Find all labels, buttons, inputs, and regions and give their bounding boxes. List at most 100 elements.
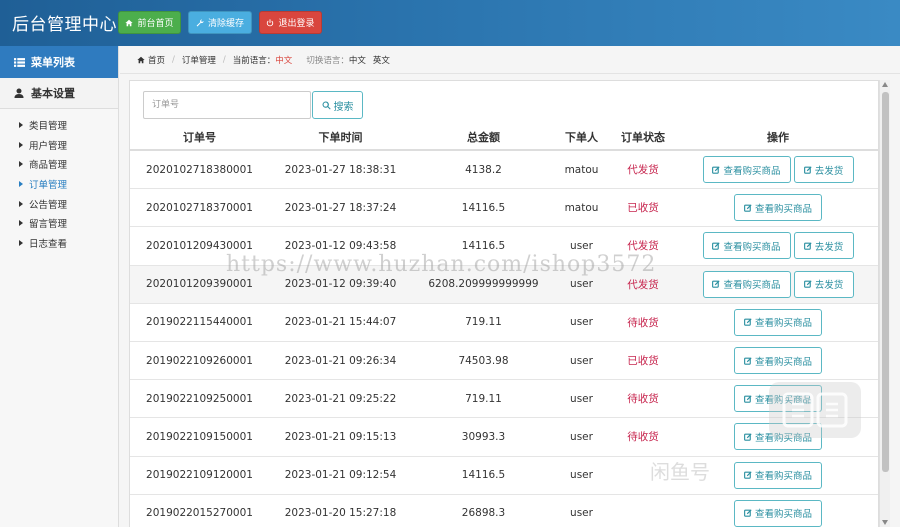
table-row: 2019022109250001 2023-01-21 09:25:22 719.1… [130, 380, 878, 419]
view-purchased-items-label: 查看购买商品 [723, 165, 781, 177]
order-number-search-input[interactable] [143, 91, 311, 119]
top-header: 后台管理中心 前台首页 清除缓存 退出登录 [0, 0, 900, 46]
clear-cache-button[interactable]: 清除缓存 [188, 11, 252, 34]
menu-list-header[interactable]: 菜单列表 [0, 46, 118, 78]
view-purchased-items-button[interactable]: 查看购买商品 [702, 232, 791, 260]
edit-icon [744, 471, 752, 479]
edit-icon [803, 165, 812, 174]
ship-order-button[interactable]: 去发货 [793, 270, 854, 298]
order-number-cell: 2019022109150001 [146, 430, 253, 443]
sidebar-item-messages[interactable]: 留言管理 [0, 213, 118, 233]
sidebar-item-category[interactable]: 类目管理 [0, 115, 118, 135]
sidebar-item-products[interactable]: 商品管理 [0, 154, 118, 174]
sidebar-item-logs[interactable]: 日志查看 [0, 233, 118, 253]
breadcrumb-separator: / [222, 54, 226, 65]
table-row: 2019022109120001 2023-01-21 09:12:54 14116… [130, 457, 878, 495]
order-number-cell: 2020102718380001 [146, 163, 253, 176]
sidebar-menu: 类目管理 用户管理 商品管理 订单管理 公告管理 留言管理 日志查看 [0, 109, 118, 253]
current-language-value: 中文 [275, 55, 293, 66]
order-status-cell: 已收货 [627, 355, 659, 368]
total-amount-cell: 719.11 [465, 392, 502, 405]
sidebar-item-label: 订单管理 [29, 179, 68, 191]
table-row: 2019022109150001 2023-01-21 09:15:13 30993… [130, 418, 878, 457]
view-purchased-items-button[interactable]: 查看购买商品 [734, 423, 822, 451]
order-status-cell: 已收货 [627, 202, 659, 215]
breadcrumb-home-link[interactable]: 首页 [148, 54, 165, 66]
table-row: 2020101209390001 2023-01-12 09:39:40 6208.… [130, 265, 878, 304]
view-purchased-items-button[interactable]: 查看购买商品 [734, 385, 822, 413]
caret-right-icon [19, 161, 23, 168]
customer-cell: user [570, 278, 593, 291]
sidebar-item-announcements[interactable]: 公告管理 [0, 194, 118, 214]
header-order-status: 订单状态 [621, 131, 665, 144]
total-amount-cell: 26898.3 [461, 507, 506, 520]
sidebar: 菜单列表 基本设置 类目管理 用户管理 商品管理 订单管理 公告管理 留言管理 … [0, 46, 119, 527]
actions-cell: 查看购买商品 去发货 [678, 266, 878, 303]
scroll-down-arrow-icon[interactable] [882, 520, 888, 525]
customer-cell: user [570, 507, 593, 520]
view-purchased-items-label: 查看购买商品 [723, 280, 781, 292]
view-purchased-items-label: 查看购买商品 [754, 203, 812, 215]
order-number-cell: 2019022015270001 [146, 507, 253, 520]
sidebar-item-label: 用户管理 [29, 140, 68, 152]
logout-button[interactable]: 退出登录 [259, 11, 322, 34]
view-purchased-items-button[interactable]: 查看购买商品 [734, 308, 822, 336]
frontend-home-button[interactable]: 前台首页 [118, 11, 181, 34]
table-row: 2020102718370001 2023-01-27 18:37:24 14116… [130, 189, 878, 228]
search-button[interactable]: 搜索 [312, 91, 363, 119]
view-purchased-items-button[interactable]: 查看购买商品 [734, 347, 822, 375]
total-amount-cell: 719.11 [465, 316, 502, 329]
breadcrumb-section[interactable]: 订单管理 [182, 54, 216, 66]
view-purchased-items-button[interactable]: 查看购买商品 [734, 461, 822, 489]
order-time-cell: 2023-01-12 09:39:40 [284, 278, 397, 291]
actions-cell: 查看购买商品 [678, 189, 878, 226]
wrench-icon [196, 18, 204, 26]
customer-cell: matou [564, 201, 599, 214]
breadcrumb-separator: / [172, 54, 175, 65]
panel-scrollbar[interactable] [879, 80, 890, 527]
order-number-cell: 2020101209390001 [146, 278, 253, 291]
table-header: 订单号 下单时间 总金额 下单人 订单状态 操作 [130, 125, 878, 151]
total-amount-cell: 6208.209999999999 [428, 278, 539, 291]
order-time-cell: 2023-01-20 15:27:18 [284, 507, 397, 520]
view-purchased-items-label: 查看购买商品 [754, 356, 812, 368]
actions-cell: 查看购买商品 去发货 [678, 227, 878, 264]
order-number-cell: 2019022109260001 [146, 354, 253, 367]
header-total-amount: 总金额 [467, 131, 500, 144]
caret-right-icon [19, 239, 23, 246]
view-purchased-items-label: 查看购买商品 [754, 471, 812, 483]
sidebar-item-users[interactable]: 用户管理 [0, 135, 118, 155]
customer-cell: user [570, 354, 593, 367]
total-amount-cell: 14116.5 [461, 469, 506, 482]
customer-cell: user [570, 392, 593, 405]
view-purchased-items-button[interactable]: 查看购买商品 [702, 156, 791, 184]
ship-order-button[interactable]: 去发货 [793, 156, 854, 184]
order-status-cell: 待收货 [627, 393, 659, 406]
caret-right-icon [19, 180, 23, 187]
view-purchased-items-label: 查看购买商品 [754, 509, 812, 521]
language-zh-link[interactable]: 中文 [349, 54, 366, 66]
sidebar-item-label: 类目管理 [29, 120, 68, 132]
basic-settings-title: 基本设置 [31, 87, 75, 100]
sidebar-item-orders[interactable]: 订单管理 [0, 174, 118, 194]
order-time-cell: 2023-01-21 09:15:13 [284, 430, 397, 443]
sidebar-item-label: 留言管理 [29, 219, 68, 231]
edit-icon [744, 356, 752, 365]
scrollbar-thumb[interactable] [882, 92, 889, 472]
logout-label: 退出登录 [278, 19, 315, 29]
breadcrumb: 首页 / 订单管理 / 当前语言： 中文 切换语言： 中文 英文 [120, 46, 900, 74]
ship-order-button[interactable]: 去发货 [793, 232, 854, 260]
table-row: 2020101209430001 2023-01-12 09:43:58 14116… [130, 227, 878, 266]
caret-right-icon [19, 121, 23, 128]
table-row: 2019022015270001 2023-01-20 15:27:18 26898… [130, 495, 878, 527]
order-number-cell: 2019022109120001 [146, 469, 253, 482]
view-purchased-items-button[interactable]: 查看购买商品 [734, 194, 822, 222]
view-purchased-items-button[interactable]: 查看购买商品 [734, 499, 822, 527]
power-icon [267, 18, 274, 26]
orders-table-body: 2020102718380001 2023-01-27 18:38:31 4138.… [130, 151, 878, 527]
basic-settings-group[interactable]: 基本设置 [0, 78, 118, 109]
search-icon [322, 100, 331, 109]
view-purchased-items-button[interactable]: 查看购买商品 [702, 270, 791, 298]
language-en-link[interactable]: 英文 [373, 54, 390, 66]
scroll-up-arrow-icon[interactable] [882, 82, 888, 87]
